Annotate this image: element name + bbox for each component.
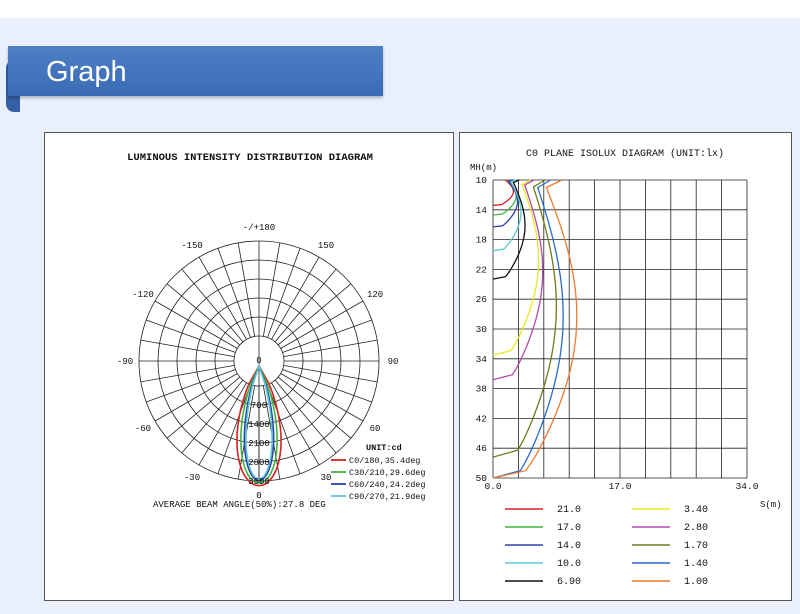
isolux-y-tick: 34	[476, 354, 488, 365]
isolux-chart-title: C0 PLANE ISOLUX DIAGRAM (UNIT:lx)	[526, 148, 724, 160]
isolux-y-tick: 30	[476, 324, 488, 335]
polar-spoke	[262, 242, 281, 337]
polar-spoke	[283, 364, 378, 383]
isolux-x-axis-label: S(m)	[760, 500, 782, 510]
isolux-y-tick: 10	[476, 175, 488, 186]
polar-angle-label: -30	[184, 473, 200, 483]
isolux-legend-label: 14.0	[557, 541, 581, 552]
polar-spoke	[140, 364, 235, 383]
polar-angle-label: 60	[370, 424, 381, 434]
beam-angle-footer: AVERAGE BEAM ANGLE(50%):27.8 DEG	[153, 500, 326, 510]
isolux-y-tick: 18	[476, 235, 488, 246]
isolux-grid	[492, 179, 748, 479]
polar-radial-label: 0	[256, 356, 261, 366]
polar-spoke	[283, 339, 378, 358]
polar-chart-title: LUMINOUS INTENSITY DISTRIBUTION DIAGRAM	[127, 152, 373, 164]
isolux-y-axis-label: MH(m)	[470, 163, 497, 173]
polar-spoke	[237, 242, 256, 337]
isolux-legend-label: 1.00	[684, 577, 708, 588]
isolux-chart: C0 PLANE ISOLUX DIAGRAM (UNIT:lx) MH(m) …	[470, 148, 782, 588]
isolux-legend: 21.0 17.0 14.0 10.0 6.90 3.40 2.80 1.70 1.40 1.00	[505, 505, 708, 588]
polar-spoke	[146, 319, 236, 353]
polar-spoke	[282, 369, 372, 403]
polar-legend-label: C0/180,35.4deg	[349, 456, 420, 466]
isolux-legend-label: 3.40	[684, 505, 708, 516]
polar-angle-label: -/+180	[243, 223, 275, 233]
polar-spoke	[217, 248, 251, 338]
polar-spoke	[282, 319, 372, 353]
polar-angle-label: -60	[135, 424, 151, 434]
polar-spoke	[267, 248, 301, 338]
isolux-y-tick: 22	[476, 264, 488, 275]
polar-spoke	[140, 339, 235, 358]
polar-angle-label: -90	[117, 357, 133, 367]
isolux-y-tick: 38	[476, 384, 488, 395]
isolux-x-tick: 17.0	[609, 481, 632, 492]
isolux-diagram-panel: C0 PLANE ISOLUX DIAGRAM (UNIT:lx) MH(m) …	[459, 132, 792, 601]
polar-angle-label: -150	[181, 241, 203, 251]
polar-angle-label: -120	[132, 290, 154, 300]
polar-radial-label: 2100	[248, 439, 270, 449]
polar-spoke	[146, 369, 236, 403]
isolux-x-tick: 0.0	[484, 481, 501, 492]
isolux-curve-6.90	[492, 179, 526, 280]
isolux-legend-label: 2.80	[684, 523, 708, 534]
polar-radial-label: 3500	[248, 477, 270, 487]
unit-label: UNIT:cd	[366, 443, 402, 453]
isolux-legend-label: 6.90	[557, 577, 581, 588]
section-title: Graph	[46, 56, 127, 88]
polar-legend: C0/180,35.4deg C30/210,29.6deg C60/240,24.…	[331, 456, 426, 502]
polar-legend-label: C60/240,24.2deg	[349, 480, 426, 490]
isolux-legend-label: 17.0	[557, 523, 581, 534]
isolux-legend-label: 1.70	[684, 541, 708, 552]
polar-radial-label: 700	[251, 401, 267, 411]
isolux-legend-label: 1.40	[684, 559, 708, 570]
isolux-y-tick: 42	[476, 413, 488, 424]
polar-legend-label: C30/210,29.6deg	[349, 468, 426, 478]
polar-radial-label: 2800	[248, 458, 270, 468]
polar-angle-label: 150	[318, 241, 334, 251]
isolux-y-tick: 26	[476, 294, 488, 305]
polar-chart: LUMINOUS INTENSITY DISTRIBUTION DIAGRAM …	[117, 152, 426, 510]
isolux-y-tick: 46	[476, 443, 488, 454]
isolux-y-tick: 14	[476, 205, 488, 216]
polar-angle-label: 30	[321, 473, 332, 483]
polar-angle-label: 120	[367, 290, 383, 300]
polar-radial-label: 1400	[248, 420, 270, 430]
isolux-legend-label: 10.0	[557, 559, 581, 570]
polar-legend-label: C90/270,21.9deg	[349, 492, 426, 502]
polar-angle-label: 90	[388, 357, 399, 367]
isolux-legend-label: 21.0	[557, 505, 581, 516]
polar-diagram-panel: LUMINOUS INTENSITY DISTRIBUTION DIAGRAM …	[44, 132, 454, 601]
isolux-x-tick: 34.0	[736, 481, 759, 492]
